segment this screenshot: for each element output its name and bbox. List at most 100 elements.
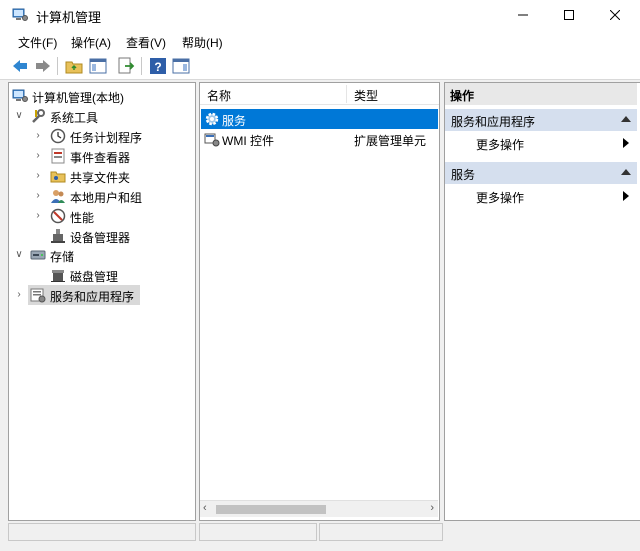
menu-view[interactable]: 查看(V)	[126, 34, 166, 51]
minimize-icon	[518, 14, 528, 16]
action-more-actions[interactable]: 更多操作	[445, 185, 637, 207]
menu-bar: 文件(F) 操作(A) 查看(V) 帮助(H)	[0, 30, 640, 52]
collapsed-chevron-icon[interactable]: ›	[33, 149, 43, 163]
disk-management-icon	[51, 270, 65, 282]
status-panel	[319, 523, 443, 541]
performance-icon	[50, 208, 66, 224]
list-row-wmi[interactable]: WMI 控件 扩展管理单元	[200, 129, 438, 149]
column-header-type[interactable]: 类型	[354, 83, 378, 105]
status-panel	[199, 523, 317, 541]
collapsed-chevron-icon[interactable]: ›	[33, 169, 43, 183]
work-area: 计算机管理(本地) ∨ 系统工具 › 任务计划程序 › 事件查看器 › 共享文件…	[0, 80, 640, 521]
actions-header: 操作	[445, 83, 637, 105]
tree-item-label: 服务和应用程序	[50, 290, 135, 304]
menu-help[interactable]: 帮助(H)	[182, 34, 223, 51]
tree-item-system-tools[interactable]: ∨ 系统工具	[9, 106, 199, 126]
computer-management-icon	[12, 8, 28, 21]
tree-item-label: 设备管理器	[70, 231, 131, 245]
close-button[interactable]	[592, 0, 638, 30]
show-hide-action-pane-icon[interactable]	[172, 57, 190, 75]
collapsed-chevron-icon[interactable]: ›	[33, 209, 43, 223]
show-hide-tree-icon[interactable]	[89, 57, 107, 75]
title-bar: 计算机管理	[0, 0, 640, 30]
action-section-services-apps[interactable]: 服务和应用程序	[445, 109, 637, 131]
list-cell-name: 服务	[222, 114, 247, 128]
tree-item-label: 存储	[50, 250, 75, 264]
column-divider[interactable]	[346, 85, 347, 103]
users-icon	[51, 190, 65, 203]
toolbar: ?	[0, 52, 640, 80]
device-manager-icon	[51, 229, 65, 243]
svg-text:?: ?	[154, 60, 161, 74]
toolbar-separator	[141, 57, 142, 75]
tree-item-local-users[interactable]: › 本地用户和组	[9, 186, 199, 206]
scroll-right-icon[interactable]: ›	[430, 502, 434, 514]
tree-item-label: 任务计划程序	[70, 131, 143, 145]
up-folder-icon[interactable]	[65, 57, 83, 75]
tree-item-label: 磁盘管理	[70, 270, 119, 284]
tree-item-device-manager[interactable]: 设备管理器	[9, 226, 199, 246]
toolbar-separator	[57, 57, 58, 75]
horizontal-scrollbar[interactable]: ‹ ›	[200, 500, 438, 517]
expanded-chevron-icon[interactable]: ∨	[14, 248, 24, 262]
close-icon	[610, 10, 620, 20]
tree-item-storage[interactable]: ∨ 存储	[9, 245, 199, 265]
action-more-actions[interactable]: 更多操作	[445, 132, 637, 154]
wmi-control-icon	[204, 133, 220, 147]
tools-icon	[32, 109, 45, 123]
tree-item-label: 本地用户和组	[70, 191, 143, 205]
window-title: 计算机管理	[36, 10, 102, 25]
tree-item-label: 计算机管理(本地)	[32, 91, 124, 105]
action-section-label: 服务和应用程序	[451, 115, 536, 129]
action-item-label: 更多操作	[476, 138, 525, 152]
computer-management-icon	[12, 89, 28, 102]
status-panel	[8, 523, 196, 541]
expanded-chevron-icon[interactable]: ∨	[14, 109, 24, 123]
tree-item-label: 事件查看器	[70, 151, 131, 165]
maximize-button[interactable]	[546, 0, 592, 30]
collapsed-chevron-icon[interactable]: ›	[33, 189, 43, 203]
list-row-services[interactable]: 服务	[200, 109, 438, 129]
tree-item-task-scheduler[interactable]: › 任务计划程序	[9, 126, 199, 146]
tree-item-performance[interactable]: › 性能	[9, 206, 199, 226]
tree-item-event-viewer[interactable]: › 事件查看器	[9, 146, 199, 166]
services-apps-icon	[30, 288, 46, 303]
event-viewer-icon	[51, 148, 65, 164]
tree-pane: 计算机管理(本地) ∨ 系统工具 › 任务计划程序 › 事件查看器 › 共享文件…	[8, 82, 196, 521]
tree-item-disk-management[interactable]: 磁盘管理	[9, 265, 199, 285]
maximize-icon	[564, 10, 574, 20]
storage-icon	[30, 250, 46, 260]
minimize-button[interactable]	[500, 0, 546, 30]
action-item-label: 更多操作	[476, 191, 525, 205]
tree-item-root[interactable]: 计算机管理(本地)	[9, 86, 199, 106]
status-bar	[0, 521, 640, 551]
menu-action[interactable]: 操作(A)	[71, 34, 111, 51]
scroll-left-icon[interactable]: ‹	[203, 502, 207, 514]
help-icon[interactable]: ?	[149, 57, 167, 75]
shared-folder-icon	[50, 171, 66, 183]
submenu-arrow-icon	[623, 138, 629, 148]
collapsed-chevron-icon[interactable]: ›	[33, 129, 43, 143]
back-icon[interactable]	[11, 57, 29, 75]
scrollbar-thumb[interactable]	[216, 505, 326, 514]
services-gear-icon	[205, 112, 219, 126]
tree-item-label: 系统工具	[50, 111, 99, 125]
menu-file[interactable]: 文件(F)	[18, 34, 57, 51]
tree-item-label: 性能	[70, 211, 95, 225]
collapsed-chevron-icon[interactable]: ›	[14, 288, 24, 302]
list-header: 名称 类型	[200, 83, 439, 105]
action-section-services[interactable]: 服务	[445, 162, 637, 184]
collapse-triangle-icon[interactable]	[621, 116, 631, 122]
action-section-label: 服务	[451, 168, 476, 182]
collapse-triangle-icon[interactable]	[621, 169, 631, 175]
list-cell-name: WMI 控件	[222, 134, 274, 148]
tree-item-services-apps[interactable]: › 服务和应用程序	[9, 285, 199, 305]
list-cell-type: 扩展管理单元	[354, 134, 427, 148]
tree-item-shared-folders[interactable]: › 共享文件夹	[9, 166, 199, 186]
submenu-arrow-icon	[623, 191, 629, 201]
forward-icon[interactable]	[34, 57, 52, 75]
column-header-name[interactable]: 名称	[207, 83, 231, 105]
tree-item-label: 共享文件夹	[70, 171, 131, 185]
actions-pane: 操作 服务和应用程序 更多操作 服务 更多操作	[444, 82, 640, 521]
export-list-icon[interactable]	[117, 57, 135, 75]
